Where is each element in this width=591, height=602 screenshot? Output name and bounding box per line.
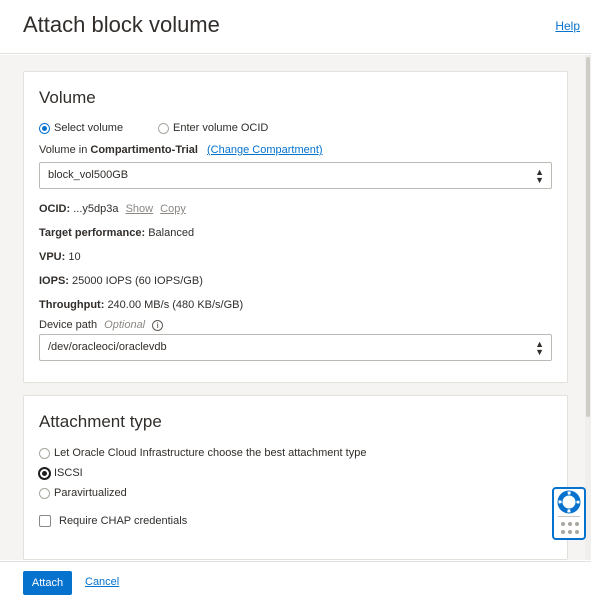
ocid-row: OCID: ...y5dp3a Show Copy [39,203,186,215]
target-performance-row: Target performance: Balanced [39,227,194,239]
optional-label: Optional [104,319,146,331]
lifebuoy-icon [557,490,581,514]
cancel-link[interactable]: Cancel [85,576,119,588]
radio-select-volume-control[interactable] [39,122,50,134]
attachment-type-panel: Attachment type Let Oracle Cloud Infrast… [23,395,568,560]
help-widget-divider [558,516,580,517]
radio-attachment-paravirtualized-label: Paravirtualized [54,487,127,499]
radio-attachment-paravirtualized-control[interactable] [39,487,50,499]
throughput-row: Throughput: 240.00 MB/s (480 KB/s/GB) [39,299,243,311]
dialog-header: Attach block volume Help [0,0,591,54]
radio-attachment-auto-label: Let Oracle Cloud Infrastructure choose t… [54,447,367,459]
device-path-select[interactable]: /dev/oracleoci/oraclevdb ▲ ▼ [39,334,552,361]
throughput-label: Throughput: [39,299,105,311]
radio-attachment-iscsi-label: ISCSI [54,467,83,479]
ocid-value: ...y5dp3a [73,203,119,215]
radio-attachment-paravirtualized[interactable]: Paravirtualized [39,487,127,499]
vpu-label: VPU: [39,251,66,263]
volume-select[interactable]: block_vol500GB ▲ ▼ [39,162,552,189]
volume-compartment-line: Volume in Compartimento-Trial (Change Co… [39,144,323,156]
volume-select-value: block_vol500GB [48,169,129,181]
iops-label: IOPS: [39,275,69,287]
target-performance-label: Target performance: [39,227,146,239]
target-performance-value: Balanced [148,227,195,239]
require-chap-label: Require CHAP credentials [59,515,188,527]
radio-enter-ocid-label: Enter volume OCID [173,122,269,134]
dialog-footer: Attach Cancel [0,561,591,602]
device-path-label: Device path [39,319,98,331]
device-path-value: /dev/oracleoci/oraclevdb [48,341,167,353]
scrollbar-thumb[interactable] [586,57,590,417]
iops-value: 25000 IOPS (60 IOPS/GB) [72,275,203,287]
radio-select-volume-label: Select volume [54,122,124,134]
volume-panel: Volume Select volume Enter volume OCID V… [23,71,568,383]
page-title: Attach block volume [23,12,220,37]
attach-button[interactable]: Attach [23,571,72,595]
help-widget[interactable] [552,487,586,540]
radio-enter-ocid[interactable]: Enter volume OCID [158,122,268,134]
chevron-updown-icon: ▲ ▼ [535,166,544,185]
ocid-show-link[interactable]: Show [126,203,154,215]
ocid-copy-link[interactable]: Copy [160,203,186,215]
dialog-content: Volume Select volume Enter volume OCID V… [0,55,591,560]
radio-select-volume[interactable]: Select volume [39,122,123,134]
vpu-value: 10 [68,251,81,263]
radio-attachment-auto[interactable]: Let Oracle Cloud Infrastructure choose t… [39,447,366,459]
volume-in-label: Volume in [39,144,88,156]
help-link[interactable]: Help [555,19,580,33]
device-path-label-row: Device path Optional i [39,319,164,331]
ocid-label: OCID: [39,203,71,215]
require-chap-checkbox-row[interactable]: Require CHAP credentials [39,515,187,527]
volume-heading: Volume [39,88,96,107]
radio-attachment-iscsi[interactable]: ISCSI [39,467,83,479]
chevron-updown-icon: ▲ ▼ [535,338,544,357]
compartment-name: Compartimento-Trial [90,144,198,156]
iops-row: IOPS: 25000 IOPS (60 IOPS/GB) [39,275,203,287]
attachment-type-heading: Attachment type [39,412,162,431]
vpu-row: VPU: 10 [39,251,81,263]
change-compartment-link[interactable]: (Change Compartment) [207,144,323,156]
radio-attachment-iscsi-control[interactable] [39,467,50,479]
radio-attachment-auto-control[interactable] [39,447,50,459]
content-scrollbar[interactable] [585,55,591,560]
info-icon[interactable]: i [152,319,164,331]
throughput-value: 240.00 MB/s (480 KB/s/GB) [107,299,244,311]
drag-handle-icon[interactable] [561,522,579,534]
radio-enter-ocid-control[interactable] [158,122,169,134]
require-chap-checkbox[interactable] [39,515,51,527]
